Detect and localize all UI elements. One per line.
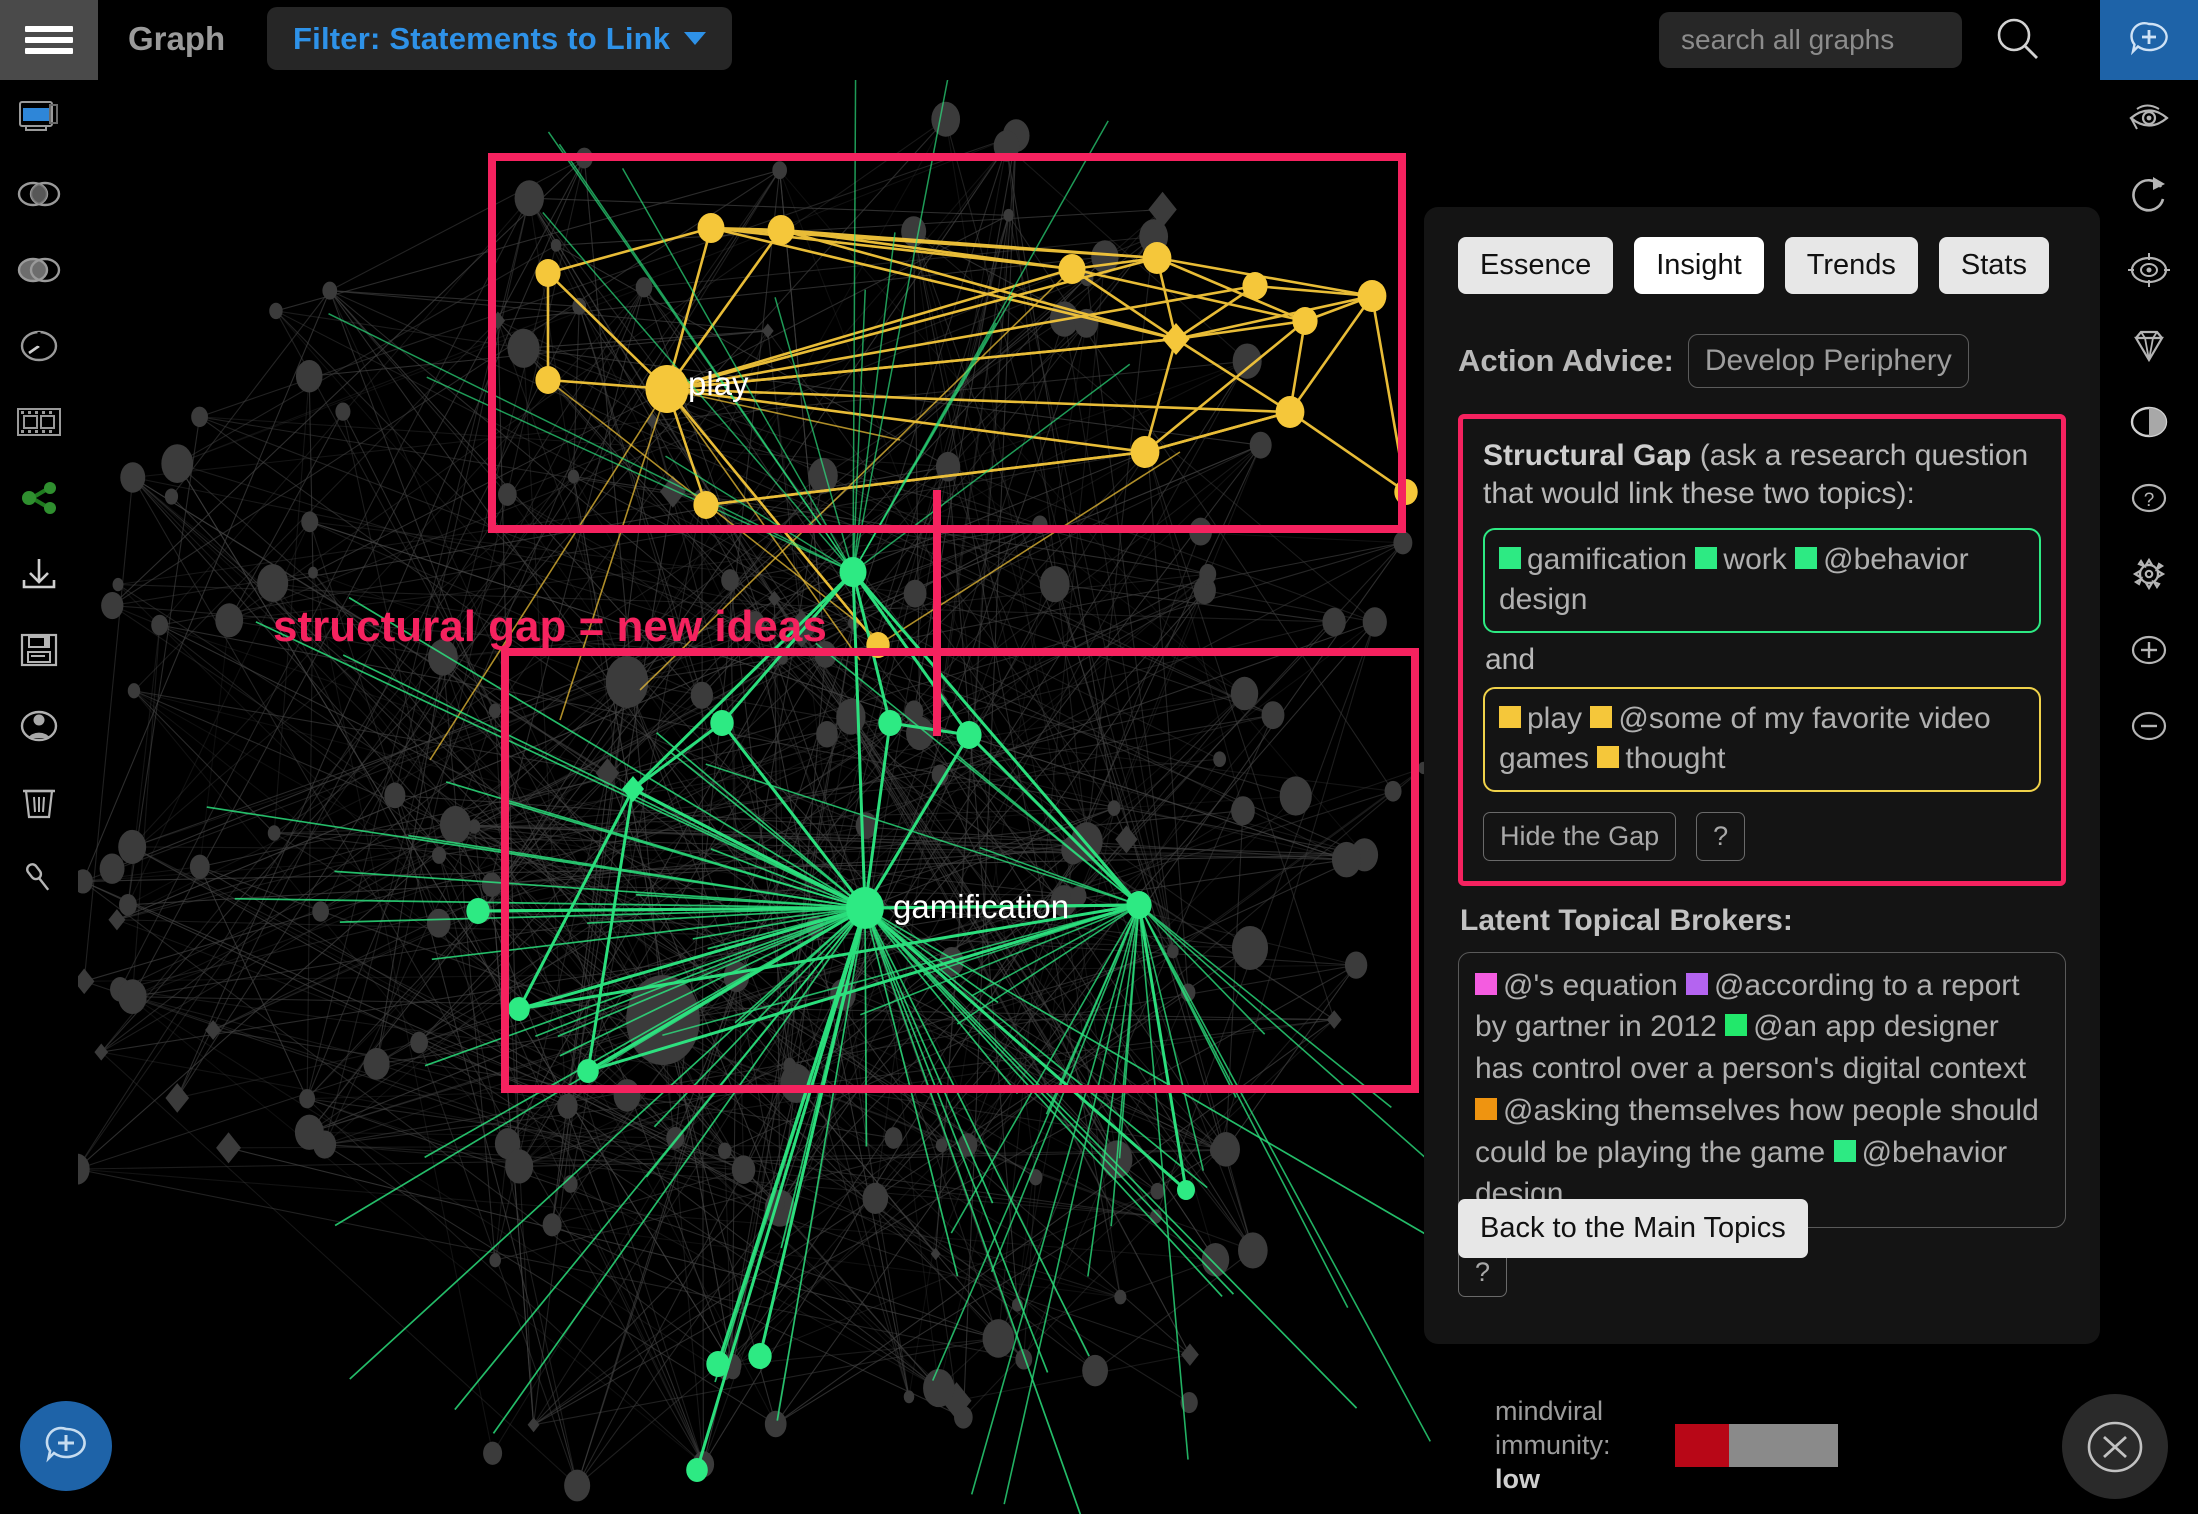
structural-gap-title: Structural Gap (ask a research question …: [1483, 437, 2041, 514]
structural-gap-title-bold: Structural Gap: [1483, 439, 1692, 472]
immunity-bar-fill: [1675, 1424, 1729, 1468]
share-icon[interactable]: [0, 460, 78, 536]
panel-tabs: Essence Insight Trends Stats: [1458, 237, 2066, 294]
top-bar: Graph Filter: Statements to Link: [0, 0, 2198, 80]
zoom-out-icon[interactable]: [2100, 688, 2198, 764]
tab-essence[interactable]: Essence: [1458, 237, 1614, 294]
overlap-circles-filled-icon[interactable]: [0, 232, 78, 308]
filter-dropdown[interactable]: Filter: Statements to Link: [267, 7, 733, 70]
gear-icon[interactable]: [2100, 536, 2198, 612]
insight-panel: Essence Insight Trends Stats Action Advi…: [1424, 207, 2100, 1344]
brokers-title: Latent Topical Brokers:: [1460, 903, 1793, 937]
topic-swatch: [1833, 1139, 1856, 1162]
immunity-label: mindviral immunity: low: [1495, 1395, 1655, 1496]
redo-arrow-icon[interactable]: [2100, 156, 2198, 232]
filter-label: Filter: Statements to Link: [293, 20, 671, 56]
topic-swatch: [1475, 972, 1497, 995]
topic-label: @'s equation: [1503, 968, 1686, 1002]
eye-icon[interactable]: [2100, 80, 2198, 156]
bottom-chat-plus-icon[interactable]: [20, 1401, 112, 1491]
overlap-circles-icon[interactable]: [0, 156, 78, 232]
top-chat-plus-icon[interactable]: [2100, 0, 2198, 80]
topic-swatch: [1685, 972, 1708, 995]
topic-swatch: [1590, 705, 1613, 728]
topic-label: work: [1723, 542, 1796, 576]
mindviral-immunity: mindviral immunity: low: [1495, 1395, 1925, 1496]
gap-topic-a[interactable]: gamification work @behavior design: [1483, 527, 2041, 633]
gap-button-row: Hide the Gap ?: [1483, 811, 2041, 861]
graph-title: Graph: [128, 20, 226, 57]
immunity-label-line2: immunity:: [1495, 1429, 1611, 1460]
topic-label: gamification: [1527, 542, 1696, 576]
download-icon[interactable]: [0, 536, 78, 612]
action-advice-value[interactable]: Develop Periphery: [1687, 334, 1969, 388]
topic-swatch: [1475, 1097, 1497, 1120]
target-icon[interactable]: [2100, 232, 2198, 308]
chevron-down-icon: [684, 32, 707, 45]
search-input[interactable]: [1659, 12, 1962, 68]
microphone-icon[interactable]: [0, 840, 78, 916]
topic-swatch: [1795, 546, 1818, 569]
screen-icon[interactable]: [0, 80, 78, 156]
topic-swatch: [1499, 705, 1521, 728]
gap-topic-b[interactable]: play @some of my favorite video games th…: [1483, 686, 2041, 792]
immunity-value: low: [1495, 1463, 1540, 1494]
back-to-main-topics-button[interactable]: Back to the Main Topics: [1458, 1199, 1808, 1258]
svg-text:?: ?: [2144, 490, 2155, 511]
topic-swatch: [1695, 546, 1718, 569]
topic-swatch: [1725, 1014, 1748, 1037]
user-icon[interactable]: [0, 688, 78, 764]
diamond-icon[interactable]: [2100, 308, 2198, 384]
node-label-gamification: gamification: [893, 888, 1070, 925]
close-circle-icon[interactable]: [2062, 1394, 2168, 1499]
clock-icon[interactable]: [0, 308, 78, 384]
search-icon[interactable]: [1990, 12, 2046, 68]
topic-swatch: [1499, 546, 1521, 569]
topic-label: thought: [1625, 742, 1726, 776]
trash-icon[interactable]: [0, 764, 78, 840]
topic-label: play: [1527, 701, 1591, 735]
node-label-play: play: [688, 365, 749, 402]
left-sidebar: [0, 80, 78, 1514]
action-advice-label: Action Advice:: [1458, 343, 1674, 378]
immunity-label-line1: mindviral: [1495, 1396, 1604, 1426]
tab-insight[interactable]: Insight: [1634, 237, 1764, 294]
graph-annotation: structural gap = new ideas: [273, 602, 827, 651]
question-icon[interactable]: ?: [2100, 460, 2198, 536]
latent-topical-brokers-box[interactable]: @'s equation @according to a report by g…: [1458, 951, 2066, 1228]
app-root: structural gap = new ideas play gamifica…: [0, 0, 2198, 1514]
hide-the-gap-button[interactable]: Hide the Gap: [1483, 811, 1677, 861]
zoom-in-icon[interactable]: [2100, 612, 2198, 688]
save-floppy-icon[interactable]: [0, 612, 78, 688]
contrast-icon[interactable]: [2100, 384, 2198, 460]
action-advice-row: Action Advice: Develop Periphery: [1458, 334, 2066, 388]
structural-gap-box: Structural Gap (ask a research question …: [1458, 414, 2066, 886]
gap-conjunction: and: [1485, 642, 1536, 676]
hamburger-icon[interactable]: [0, 0, 98, 80]
topic-swatch: [1597, 746, 1620, 769]
tab-trends[interactable]: Trends: [1784, 237, 1918, 294]
immunity-bar: [1675, 1424, 1838, 1468]
gap-help-button[interactable]: ?: [1696, 811, 1746, 861]
filmstrip-icon[interactable]: [0, 384, 78, 460]
tab-stats[interactable]: Stats: [1938, 237, 2049, 294]
right-sidebar: ?: [2100, 80, 2198, 1514]
